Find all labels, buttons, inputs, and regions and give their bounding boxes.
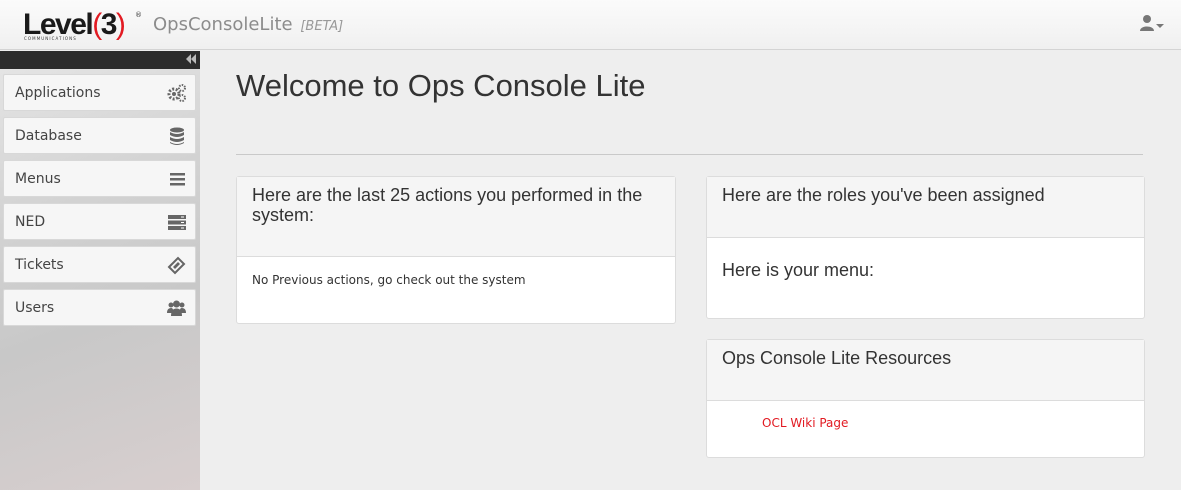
beta-tag: [BETA] <box>300 19 344 34</box>
divider <box>236 154 1143 155</box>
logo-subtitle: COMMUNICATIONS <box>24 36 77 41</box>
sidebar-item-applications[interactable]: Applications <box>3 74 196 111</box>
server-icon <box>168 215 186 230</box>
sidebar-item-label: Applications <box>15 85 101 101</box>
user-menu-button[interactable] <box>1139 14 1169 36</box>
sidebar-item-users[interactable]: Users <box>3 289 196 326</box>
logo-registered-mark: ® <box>135 11 142 19</box>
chevron-down-icon <box>1156 24 1164 28</box>
resources-heading: Ops Console Lite Resources <box>707 340 1144 401</box>
app-brand[interactable]: OpsConsoleLite [BETA] <box>153 14 343 35</box>
level3-logo[interactable]: Level(3) ® COMMUNICATIONS <box>23 8 142 42</box>
top-navbar: Level(3) ® COMMUNICATIONS OpsConsoleLite… <box>0 0 1181 50</box>
sidebar-item-database[interactable]: Database <box>3 117 196 154</box>
page-title: Welcome to Ops Console Lite <box>236 68 646 103</box>
recent-actions-empty-text: No Previous actions, go check out the sy… <box>252 273 526 287</box>
recent-actions-panel: Here are the last 25 actions you perform… <box>236 176 676 324</box>
app-name: OpsConsoleLite <box>153 14 293 35</box>
roles-heading: Here are the roles you've been assigned <box>707 177 1144 238</box>
resources-panel: Ops Console Lite Resources OCL Wiki Page <box>706 339 1145 458</box>
sidebar: Applications Database Menus NED Tickets … <box>0 51 200 490</box>
database-icon <box>170 127 184 145</box>
roles-panel: Here are the roles you've been assigned … <box>706 176 1145 319</box>
sidebar-item-tickets[interactable]: Tickets <box>3 246 196 283</box>
recent-actions-heading: Here are the last 25 actions you perform… <box>237 177 675 257</box>
sidebar-item-label: Menus <box>15 171 61 187</box>
sidebar-item-menus[interactable]: Menus <box>3 160 196 197</box>
sidebar-item-label: Tickets <box>15 257 64 273</box>
logo-number: 3 <box>100 8 118 41</box>
users-icon <box>167 300 186 316</box>
double-chevron-left-icon[interactable] <box>185 53 197 65</box>
sidebar-item-label: Users <box>15 300 55 316</box>
list-icon <box>170 173 185 186</box>
menu-heading: Here is your menu: <box>722 260 875 280</box>
sidebar-item-label: Database <box>15 128 82 144</box>
gears-icon <box>167 84 186 102</box>
user-icon <box>1140 15 1154 31</box>
sidebar-item-label: NED <box>15 214 46 230</box>
ocl-wiki-link[interactable]: OCL Wiki Page <box>762 416 848 430</box>
ticket-icon <box>167 256 186 275</box>
sidebar-item-ned[interactable]: NED <box>3 203 196 240</box>
